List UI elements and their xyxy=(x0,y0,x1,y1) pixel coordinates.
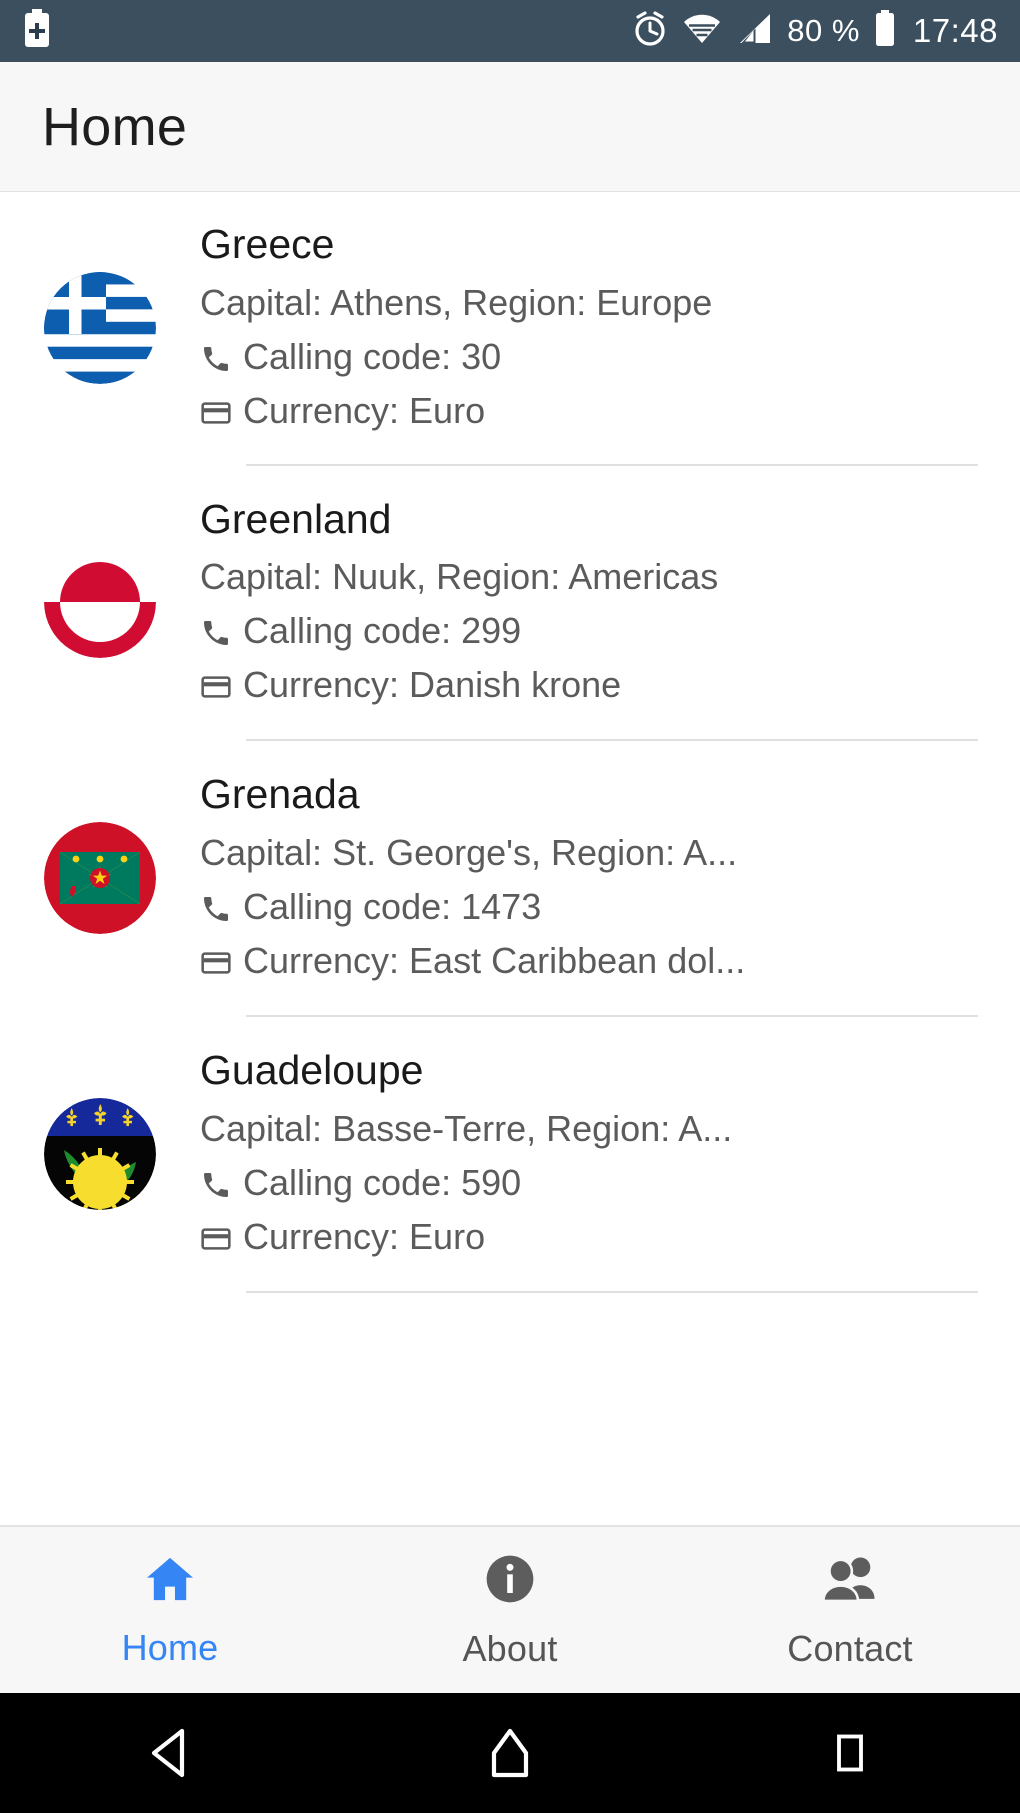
country-name: Grenada xyxy=(200,771,360,818)
status-clock: 17:48 xyxy=(912,12,998,49)
flag-guadeloupe-icon xyxy=(44,1097,156,1210)
tab-home-label: Home xyxy=(121,1626,219,1668)
capital-region-line: Capital: Nuuk, Region: Americas xyxy=(200,550,982,604)
list-item[interactable]: Greece Capital: Athens, Region: Europe C… xyxy=(0,192,1020,464)
flag-cell xyxy=(0,271,200,384)
recents-square-icon[interactable] xyxy=(680,1728,1020,1778)
calling-code-text: Calling code: 590 xyxy=(243,1161,522,1203)
battery-icon xyxy=(873,9,897,53)
calling-code-line: Calling code: 30 xyxy=(200,330,982,384)
country-name: Greece xyxy=(200,221,335,268)
alarm-clock-icon xyxy=(632,10,668,53)
flag-cell xyxy=(0,1097,200,1210)
capital-region-text: Capital: Athens, Region: Europe xyxy=(200,281,713,323)
currency-text: Currency: Euro xyxy=(243,1215,486,1257)
flag-cell xyxy=(0,546,200,659)
back-triangle-icon[interactable] xyxy=(0,1727,340,1779)
capital-region-text: Capital: St. George's, Region: A... xyxy=(200,831,738,873)
currency-line: Currency: Euro xyxy=(200,1210,982,1264)
tab-contact-label: Contact xyxy=(787,1627,913,1669)
flag-greenland-icon xyxy=(44,546,156,659)
phone-screen: 80 % 17:48 Home Greece Capital: Athens, … xyxy=(0,0,1020,1813)
cellular-signal-icon xyxy=(736,12,774,51)
list-divider xyxy=(246,1291,978,1293)
currency-text: Currency: East Caribbean dol... xyxy=(243,939,746,981)
capital-region-text: Capital: Basse-Terre, Region: A... xyxy=(200,1107,733,1149)
currency-line: Currency: Euro xyxy=(200,384,982,438)
country-name: Guadeloupe xyxy=(200,1047,424,1094)
status-bar-left xyxy=(22,8,52,54)
currency-line: Currency: Danish krone xyxy=(200,658,982,712)
bottom-tab-bar: Home About Contact xyxy=(0,1525,1020,1693)
credit-card-icon xyxy=(200,1223,232,1255)
tab-home[interactable]: Home xyxy=(0,1527,340,1693)
country-name: Greenland xyxy=(200,495,392,542)
phone-icon xyxy=(200,893,232,925)
calling-code-line: Calling code: 299 xyxy=(200,604,982,658)
page-title: Home xyxy=(42,96,188,157)
list-item[interactable]: Greenland Capital: Nuuk, Region: America… xyxy=(0,466,1020,739)
flag-greece-icon xyxy=(44,271,156,384)
info-icon xyxy=(482,1551,538,1612)
calling-code-line: Calling code: 590 xyxy=(200,1156,982,1210)
home-icon xyxy=(141,1552,199,1611)
country-info: Greenland Capital: Nuuk, Region: America… xyxy=(200,493,996,712)
calling-code-text: Calling code: 299 xyxy=(243,610,522,652)
tab-about-label: About xyxy=(462,1627,558,1669)
country-list[interactable]: Greece Capital: Athens, Region: Europe C… xyxy=(0,192,1020,1525)
country-info: Greece Capital: Athens, Region: Europe C… xyxy=(200,218,996,437)
phone-icon xyxy=(200,343,232,375)
currency-line: Currency: East Caribbean dol... xyxy=(200,934,982,988)
calling-code-line: Calling code: 1473 xyxy=(200,880,982,934)
tab-about[interactable]: About xyxy=(340,1527,680,1693)
flag-grenada-icon xyxy=(44,821,156,934)
credit-card-icon xyxy=(200,397,232,429)
status-bar-right: 80 % 17:48 xyxy=(632,9,998,53)
phone-icon xyxy=(200,617,232,649)
capital-region-line: Capital: Athens, Region: Europe xyxy=(200,276,982,330)
app-bar: Home xyxy=(0,62,1020,192)
people-icon xyxy=(819,1551,881,1612)
credit-card-icon xyxy=(200,671,232,703)
flag-cell xyxy=(0,821,200,934)
android-nav-bar xyxy=(0,1693,1020,1813)
status-bar: 80 % 17:48 xyxy=(0,0,1020,62)
battery-percent-label: 80 % xyxy=(787,13,860,48)
capital-region-line: Capital: St. George's, Region: A... xyxy=(200,826,982,880)
calling-code-text: Calling code: 1473 xyxy=(243,885,542,927)
capital-region-text: Capital: Nuuk, Region: Americas xyxy=(200,556,719,598)
credit-card-icon xyxy=(200,947,232,979)
home-pentagon-icon[interactable] xyxy=(340,1727,680,1779)
country-info: Grenada Capital: St. George's, Region: A… xyxy=(200,768,996,987)
list-item[interactable]: Grenada Capital: St. George's, Region: A… xyxy=(0,741,1020,1015)
wifi-icon xyxy=(681,12,723,51)
country-info: Guadeloupe Capital: Basse-Terre, Region:… xyxy=(200,1044,996,1263)
currency-text: Currency: Danish krone xyxy=(243,664,622,706)
capital-region-line: Capital: Basse-Terre, Region: A... xyxy=(200,1102,982,1156)
list-item[interactable]: Guadeloupe Capital: Basse-Terre, Region:… xyxy=(0,1017,1020,1291)
currency-text: Currency: Euro xyxy=(243,389,486,431)
battery-plus-icon xyxy=(22,8,52,54)
calling-code-text: Calling code: 30 xyxy=(243,335,502,377)
tab-contact[interactable]: Contact xyxy=(680,1527,1020,1693)
phone-icon xyxy=(200,1169,232,1201)
